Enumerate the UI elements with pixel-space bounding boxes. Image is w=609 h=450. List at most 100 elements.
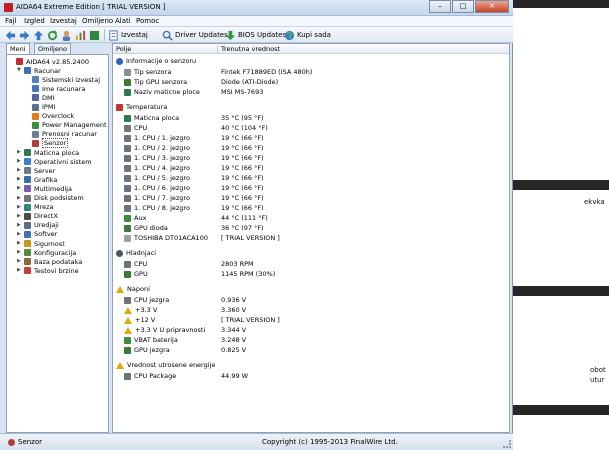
driver-updates-button[interactable]: Driver Updates <box>162 29 228 41</box>
expand-icon[interactable]: ▶ <box>17 213 22 219</box>
tree-item[interactable]: ▼ Racunar <box>17 66 61 75</box>
list-item[interactable]: GPU jezgra <box>124 345 504 355</box>
tree-item[interactable]: ▶ Sigurnost <box>17 239 65 248</box>
tree-item[interactable]: ▶ Testovi brzine <box>17 266 79 275</box>
expand-icon[interactable]: ▶ <box>17 186 22 191</box>
close-button[interactable]: ✕ <box>475 0 509 13</box>
tree-item[interactable]: ▶ Mreza <box>17 203 54 212</box>
section-header[interactable]: Informacije o senzoru <box>116 56 496 66</box>
chart-button[interactable] <box>75 29 86 41</box>
tree-item[interactable]: ▶ Multimedija <box>17 184 72 193</box>
list-item[interactable]: Tip senzora <box>124 67 504 77</box>
collapse-icon[interactable]: ▼ <box>17 68 22 73</box>
list-item[interactable]: +12 V <box>124 315 504 325</box>
motherboard-icon <box>24 149 31 156</box>
list-item[interactable]: 1. CPU / 7. jezgro <box>124 193 504 203</box>
menu-report[interactable]: Izvestaj <box>50 17 77 25</box>
resize-grip[interactable] <box>503 440 511 448</box>
tree-item[interactable]: Power Management <box>25 121 107 130</box>
section-header[interactable]: Temperatura <box>116 102 496 112</box>
tree-item[interactable]: ▶ Konfiguracija <box>17 248 76 257</box>
field-label: 1. CPU / 5. jezgro <box>134 174 190 182</box>
column-field-header[interactable]: Polje <box>116 45 131 53</box>
list-item[interactable]: 1. CPU / 4. jezgro <box>124 163 504 173</box>
menu-view[interactable]: Izgled <box>24 17 45 25</box>
tree-item[interactable]: DMI <box>25 93 55 102</box>
expand-icon[interactable]: ▶ <box>17 195 22 201</box>
list-item[interactable]: Tip GPU senzora <box>124 77 504 87</box>
up-button[interactable] <box>33 29 44 41</box>
tree-item-label: Uredjaji <box>34 221 59 230</box>
sensor-details-list: Polje Trenutna vrednost Informacije o se… <box>112 43 510 433</box>
list-item[interactable]: CPU <box>124 123 504 133</box>
list-item[interactable]: 1. CPU / 2. jezgro <box>124 143 504 153</box>
tree-item[interactable]: Overclock <box>25 112 74 121</box>
back-button[interactable] <box>5 29 16 41</box>
refresh-button[interactable] <box>47 29 58 41</box>
expand-icon[interactable]: ▶ <box>17 259 22 264</box>
expand-icon[interactable]: ▶ <box>17 241 22 246</box>
green-square-button[interactable] <box>89 29 100 41</box>
expand-icon[interactable]: ▶ <box>17 204 22 210</box>
tree-item[interactable]: IPMI <box>25 103 55 112</box>
column-value-header[interactable]: Trenutna vrednost <box>221 45 280 53</box>
tree-item[interactable]: ▶ Baza podataka <box>17 257 82 266</box>
tree-item[interactable]: ▶ Disk podsistem <box>17 194 84 203</box>
tree-item[interactable]: ▶ DirectX <box>17 212 58 221</box>
list-item[interactable]: TOSHIBA DT01ACA100 <box>124 233 504 243</box>
menu-help[interactable]: Pomoc <box>136 17 159 25</box>
list-item[interactable]: 1. CPU / 1. jezgro <box>124 133 504 143</box>
expand-icon[interactable]: ▶ <box>17 250 22 255</box>
list-item[interactable]: GPU dioda <box>124 223 504 233</box>
maximize-button[interactable]: □ <box>452 0 474 13</box>
list-item[interactable]: VBAT baterija <box>124 335 504 345</box>
section-header[interactable]: Naponi <box>116 284 496 294</box>
expand-icon[interactable]: ▶ <box>17 222 22 228</box>
menu-tools[interactable]: Alati <box>115 17 131 25</box>
tree-item[interactable]: AIDA64 v2.85.2400 <box>9 57 89 66</box>
tree-item[interactable]: Ime racunara <box>25 84 85 93</box>
list-item[interactable]: 1. CPU / 6. jezgro <box>124 183 504 193</box>
minimize-button[interactable]: – <box>429 0 451 13</box>
list-item[interactable]: CPU <box>124 259 504 269</box>
tree-item[interactable]: ▶ Maticna ploca <box>17 148 79 157</box>
expand-icon[interactable]: ▶ <box>17 268 22 273</box>
tree-item[interactable]: Sistemski izvestaj <box>25 75 100 84</box>
tree-item-label: Server <box>34 166 56 175</box>
list-item[interactable]: +3.3 V U pripravnosti <box>124 325 504 335</box>
menu-file[interactable]: Fajl <box>5 17 17 25</box>
menu-favorites[interactable]: Omiljeno <box>82 17 113 25</box>
expand-icon[interactable]: ▶ <box>17 150 22 155</box>
list-item[interactable]: +3.3 V <box>124 305 504 315</box>
list-item[interactable]: 1. CPU / 5. jezgro <box>124 173 504 183</box>
tree-item[interactable]: ▶ Server <box>17 166 55 175</box>
list-item[interactable]: Maticna ploca <box>124 113 504 123</box>
expand-icon[interactable]: ▶ <box>17 168 22 173</box>
list-item[interactable]: Aux <box>124 213 504 223</box>
list-item[interactable]: CPU jezgra <box>124 295 504 305</box>
title-bar[interactable]: AIDA64 Extreme Edition [ TRIAL VERSION ]… <box>0 0 513 16</box>
tab-favorites[interactable]: Omiljeno <box>34 43 71 54</box>
user-button[interactable] <box>61 29 72 41</box>
tree-item[interactable]: ▶ Operativni sistem <box>17 157 92 166</box>
section-header[interactable]: Hladnjaci <box>116 248 496 258</box>
buy-button[interactable]: Kupi sada <box>284 29 331 41</box>
section-header[interactable]: Vrednost utrosene energije <box>116 360 496 370</box>
tree-item[interactable]: Senzor <box>25 138 69 149</box>
list-item[interactable]: GPU <box>124 269 504 279</box>
computer-icon <box>32 85 39 93</box>
list-item[interactable]: Naziv maticne ploce <box>124 87 504 97</box>
list-item[interactable]: 1. CPU / 3. jezgro <box>124 153 504 163</box>
expand-icon[interactable]: ▶ <box>17 231 22 237</box>
expand-icon[interactable]: ▶ <box>17 177 22 182</box>
tree-item[interactable]: ▶ Grafika <box>17 175 57 184</box>
tree-item[interactable]: ▶ Softver <box>17 230 57 239</box>
tree-item[interactable]: ▶ Uredjaji <box>17 221 59 230</box>
list-item[interactable]: CPU Package <box>124 371 504 381</box>
forward-button[interactable] <box>19 29 30 41</box>
report-button[interactable]: Izvestaj <box>108 29 148 41</box>
list-item[interactable]: 1. CPU / 8. jezgro <box>124 203 504 213</box>
expand-icon[interactable]: ▶ <box>17 159 22 164</box>
bios-updates-button[interactable]: BIOS Updates <box>225 29 286 41</box>
